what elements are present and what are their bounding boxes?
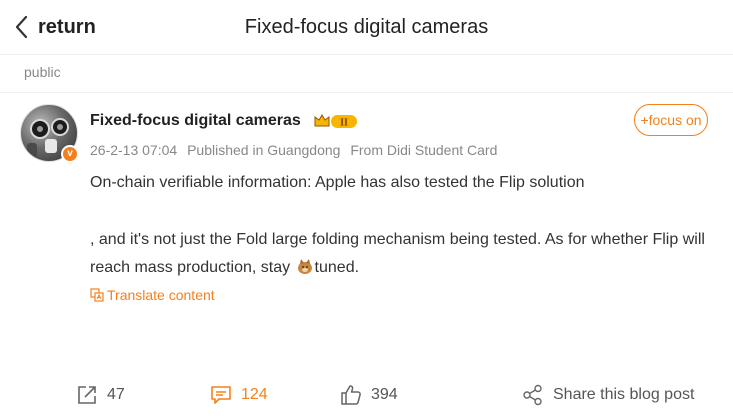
translate-link[interactable]: Translate content xyxy=(90,287,215,303)
post-datetime: 26-2-13 07:04 xyxy=(90,142,178,158)
post-text-segment: , and it's not just the Fold large foldi… xyxy=(90,231,705,276)
like-button[interactable]: 394 xyxy=(340,384,398,406)
translate-label: Translate content xyxy=(107,287,215,303)
repost-button[interactable]: 47 xyxy=(76,384,125,406)
share-icon xyxy=(523,384,542,406)
post-meta: 26-2-13 07:04 Published in Guangdong Fro… xyxy=(90,142,503,158)
comment-button[interactable]: 124 xyxy=(210,384,268,406)
post-text-paragraph-2: , and it's not just the Fold large foldi… xyxy=(90,226,710,282)
post-text-paragraph-1: On-chain verifiable information: Apple h… xyxy=(90,174,585,191)
visibility-label: public xyxy=(24,64,61,80)
post-detail-page: return Fixed-focus digital cameras publi… xyxy=(0,0,733,419)
like-count: 394 xyxy=(371,386,398,403)
share-button[interactable]: Share this blog post xyxy=(522,384,694,406)
doge-emoji-icon xyxy=(297,259,312,274)
comment-count: 124 xyxy=(241,386,268,403)
author-name[interactable]: Fixed-focus digital cameras xyxy=(90,112,301,130)
verified-badge: v xyxy=(61,145,79,163)
comment-icon xyxy=(211,386,231,404)
level-badge-text: II xyxy=(340,118,348,129)
level-badge: II xyxy=(313,112,359,130)
post-location: Published in Guangdong xyxy=(187,142,341,158)
repost-count: 47 xyxy=(107,386,125,403)
translate-icon xyxy=(90,288,104,302)
post-text-segment-end: tuned. xyxy=(314,259,360,276)
action-bar: 47 124 394 Share this blog post xyxy=(0,380,733,412)
page-title: Fixed-focus digital cameras xyxy=(244,16,489,38)
repost-icon xyxy=(78,386,96,404)
top-bar: return Fixed-focus digital cameras xyxy=(0,0,733,54)
section-divider xyxy=(0,92,733,93)
share-label: Share this blog post xyxy=(553,386,695,403)
header-divider xyxy=(0,54,733,55)
thumbs-up-icon xyxy=(341,385,361,405)
follow-button[interactable]: +focus on xyxy=(634,104,708,136)
crown-level-icon: II xyxy=(314,114,357,129)
post-source-link[interactable]: From Didi Student Card xyxy=(350,142,497,158)
avatar-container[interactable]: v xyxy=(20,104,79,163)
